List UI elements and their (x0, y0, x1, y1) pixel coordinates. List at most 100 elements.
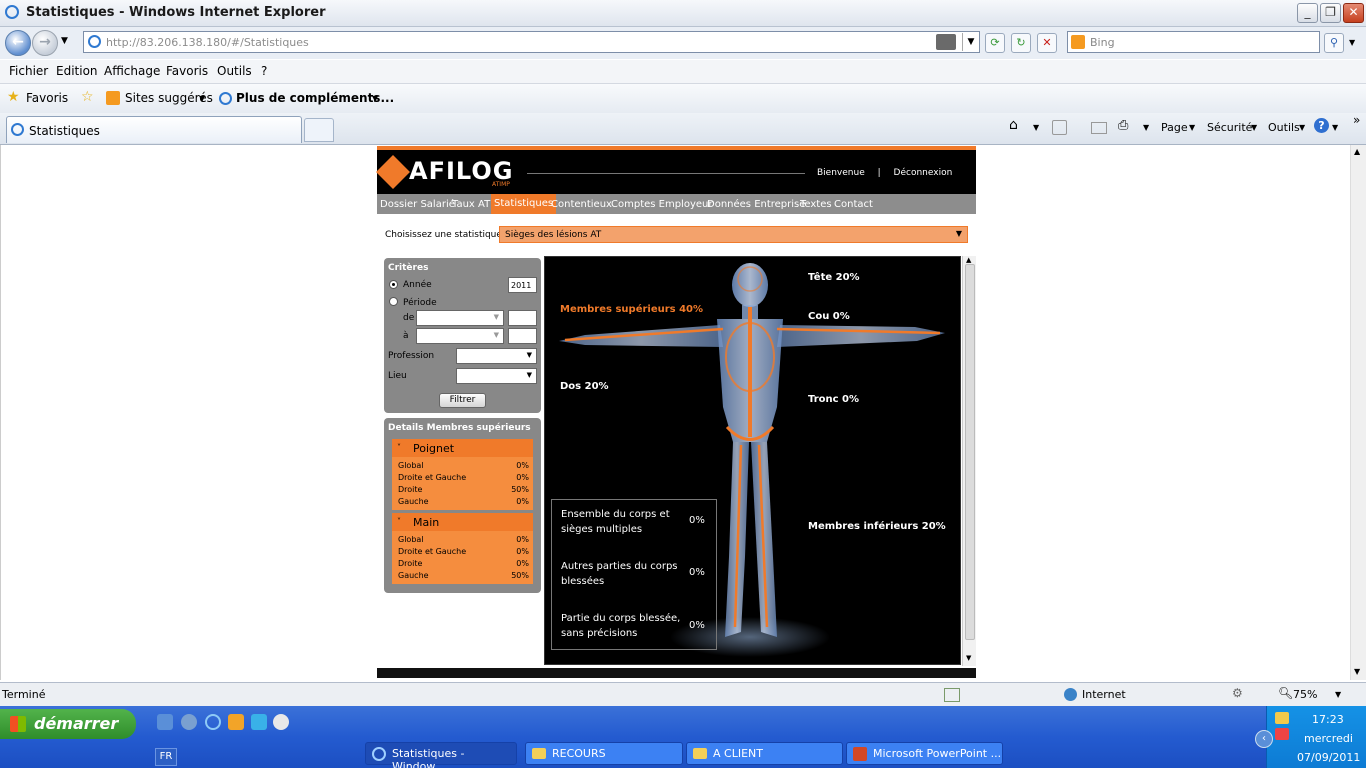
chevron-down-icon[interactable]: ▼ (1189, 123, 1195, 132)
menu-outils[interactable]: Outils (217, 64, 252, 78)
nav-statistiques[interactable]: Statistiques (491, 194, 557, 214)
search-icon[interactable]: ⚲ (1324, 33, 1344, 53)
address-bar[interactable]: http://83.206.138.180/#/Statistiques ▼ (83, 31, 980, 53)
tab-statistiques[interactable]: Statistiques (6, 116, 302, 143)
nav-taux-at[interactable]: Taux AT (452, 199, 490, 210)
close-button[interactable]: ✕ (1343, 3, 1364, 23)
chevron-down-icon[interactable]: ▼ (199, 94, 205, 103)
page-menu[interactable]: Page (1161, 121, 1188, 134)
period-radio[interactable] (389, 297, 398, 306)
task-recours[interactable]: RECOURS (525, 742, 683, 765)
zoom-level[interactable]: 75% (1293, 688, 1317, 701)
maximize-button[interactable]: ❐ (1320, 3, 1341, 23)
from-date-input[interactable] (508, 310, 537, 326)
minimize-button[interactable]: _ (1297, 3, 1318, 23)
year-input[interactable]: 2011 (508, 277, 537, 293)
quicklaunch-ie-icon[interactable] (205, 714, 221, 730)
chevron-down-icon[interactable]: ▼ (372, 94, 378, 103)
label-trunk[interactable]: Tronc 0% (808, 394, 859, 405)
nav-contact[interactable]: Contact (834, 199, 873, 210)
mail-icon[interactable] (1091, 122, 1107, 134)
tray-notification-icon[interactable] (1275, 712, 1289, 724)
menu-edition[interactable]: Edition (56, 64, 98, 78)
label-back[interactable]: Dos 20% (560, 381, 609, 392)
more-commands-icon[interactable]: » (1353, 113, 1360, 127)
group-header-main[interactable]: ˅ Main (392, 513, 533, 531)
add-favorite-icon[interactable]: ☆ (81, 89, 94, 105)
label-lower-limbs[interactable]: Membres inférieurs 20% (808, 521, 946, 532)
start-button[interactable]: démarrer (0, 709, 136, 739)
history-dropdown-icon[interactable]: ▼ (61, 36, 68, 46)
home-icon[interactable]: ⌂ (1009, 117, 1018, 133)
chevron-down-icon[interactable]: ▼ (1332, 123, 1338, 132)
help-icon[interactable]: ? (1314, 118, 1329, 133)
label-head[interactable]: Tête 20% (808, 272, 860, 283)
logout-link[interactable]: Déconnexion (894, 168, 953, 178)
inner-scrollbar[interactable]: ▲ ▼ (962, 256, 976, 666)
quicklaunch-mail-icon[interactable] (228, 714, 244, 730)
to-date-input[interactable] (508, 328, 537, 344)
security-menu[interactable]: Sécurité (1207, 121, 1252, 134)
nav-donnees-entreprise[interactable]: Données Entreprise (707, 199, 805, 210)
profession-select[interactable]: ▼ (456, 348, 537, 364)
tray-mail-icon[interactable] (1275, 728, 1289, 740)
stop-icon[interactable]: ✕ (1037, 33, 1057, 53)
search-options-icon[interactable]: ▼ (1349, 38, 1355, 47)
nav-dossier-salarie[interactable]: Dossier Salarié (380, 199, 455, 210)
task-powerpoint[interactable]: Microsoft PowerPoint ... (846, 742, 1003, 765)
compatibility-icon[interactable] (936, 34, 956, 50)
scroll-thumb[interactable] (965, 264, 975, 640)
task-statistiques[interactable]: Statistiques - Window... (365, 742, 517, 773)
tray-expand-icon[interactable]: ‹ (1255, 730, 1273, 748)
search-box[interactable]: Bing (1067, 31, 1320, 53)
chevron-down-icon[interactable]: ▼ (1335, 690, 1341, 699)
menu-affichage[interactable]: Affichage (104, 64, 160, 78)
refresh-icon[interactable]: ↻ (1011, 33, 1031, 53)
to-date-select[interactable]: ▼ (416, 328, 504, 344)
scroll-up-icon[interactable]: ▲ (966, 256, 971, 264)
chevron-down-icon[interactable]: ▼ (1033, 123, 1039, 132)
favorites-button[interactable]: Favoris (26, 91, 68, 105)
from-date-select[interactable]: ▼ (416, 310, 504, 326)
group-header-poignet[interactable]: ˅ Poignet (392, 439, 533, 457)
menu-help[interactable]: ? (261, 64, 267, 78)
scroll-down-icon[interactable]: ▼ (1354, 667, 1360, 676)
scroll-up-icon[interactable]: ▲ (1354, 147, 1360, 156)
forward-button[interactable]: → (32, 30, 58, 56)
label-neck[interactable]: Cou 0% (808, 311, 850, 322)
legend-label[interactable]: Ensemble du corps et sièges multiples (561, 507, 683, 537)
page-scrollbar[interactable]: ▲ ▼ (1350, 145, 1366, 680)
more-addons-link[interactable]: Plus de compléments... (236, 91, 394, 105)
chevron-down-icon[interactable]: ▼ (1299, 123, 1305, 132)
feeds-icon[interactable]: ⟳ (985, 33, 1005, 53)
legend-label[interactable]: Partie du corps blessée, sans précisions (561, 611, 689, 641)
quicklaunch-outlook-icon[interactable] (157, 714, 173, 730)
address-dropdown-icon[interactable]: ▼ (962, 33, 979, 51)
quicklaunch-browser-icon[interactable] (181, 714, 197, 730)
menu-favoris[interactable]: Favoris (166, 64, 208, 78)
tools-menu[interactable]: Outils (1268, 121, 1300, 134)
print-icon[interactable]: ⎙ (1118, 118, 1128, 133)
place-select[interactable]: ▼ (456, 368, 537, 384)
menu-fichier[interactable]: Fichier (9, 64, 48, 78)
chevron-down-icon[interactable]: ▼ (1143, 123, 1149, 132)
language-indicator[interactable]: FR (155, 748, 177, 766)
quicklaunch-media-icon[interactable] (273, 714, 289, 730)
welcome-link[interactable]: Bienvenue (817, 168, 865, 178)
zoom-icon[interactable]: 🔍︎ (1278, 686, 1293, 700)
scroll-down-icon[interactable]: ▼ (966, 654, 971, 662)
nav-contentieux[interactable]: Contentieux (551, 199, 612, 210)
popup-blocker-icon[interactable]: ⚙ (1232, 686, 1243, 700)
nav-comptes-employeur[interactable]: Comptes Employeur (611, 199, 712, 210)
task-a-client[interactable]: A CLIENT (686, 742, 843, 765)
quicklaunch-app-icon[interactable] (251, 714, 267, 730)
filter-button[interactable]: Filtrer (439, 393, 486, 408)
new-tab-button[interactable] (304, 118, 334, 142)
label-upper-limbs[interactable]: Membres supérieurs 40% (560, 304, 703, 315)
statistic-select[interactable]: Sièges des lésions AT ▼ (499, 226, 968, 243)
nav-textes[interactable]: Textes (800, 199, 832, 210)
rss-icon[interactable] (1052, 120, 1067, 135)
legend-label[interactable]: Autres parties du corps blessées (561, 559, 683, 589)
chevron-down-icon[interactable]: ▼ (1251, 123, 1257, 132)
year-radio[interactable] (389, 280, 398, 289)
